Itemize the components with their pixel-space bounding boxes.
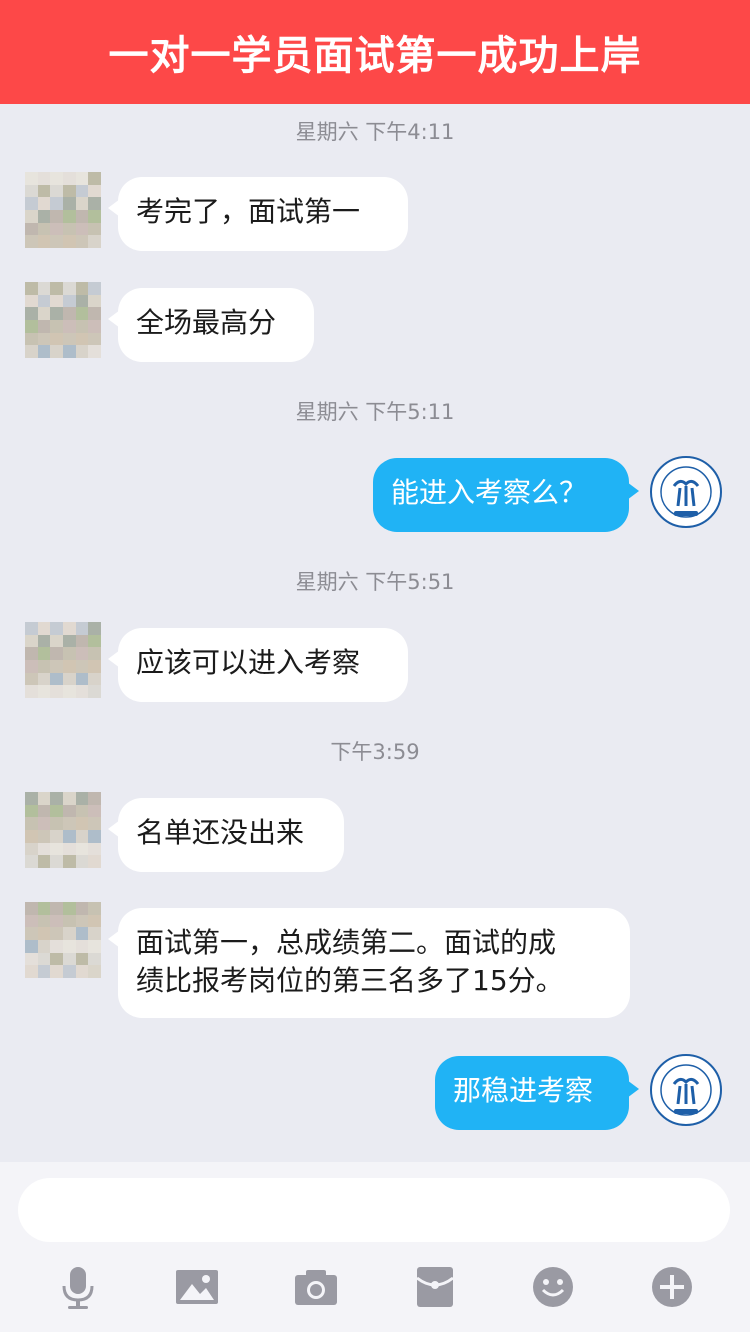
image-icon[interactable] [172,1262,222,1312]
message-bubble[interactable]: 全场最高分 [108,288,314,362]
institution-logo-avatar[interactable] [650,456,722,528]
message-bubble[interactable]: 面试第一，总成绩第二。面试的成 绩比报考岗位的第三名多了15分。 [108,908,630,1018]
institution-logo-avatar[interactable] [650,1054,722,1126]
avatar[interactable] [25,902,101,978]
avatar[interactable] [25,282,101,358]
timestamp: 星期六 下午4:11 [295,120,455,144]
message-bubble-outgoing[interactable]: 能进入考察么？ [373,458,639,532]
red-packet-icon[interactable] [410,1262,460,1312]
page-title: 一对一学员面试第一成功上岸 [108,33,642,79]
microphone-icon[interactable] [53,1262,103,1312]
avatar[interactable] [25,172,101,248]
message-input[interactable] [18,1178,730,1242]
avatar[interactable] [25,792,101,868]
timestamp: 下午3:59 [330,740,420,764]
page-title-banner: 一对一学员面试第一成功上岸 [0,0,750,104]
message-bubble-outgoing[interactable]: 那稳进考察 [435,1056,639,1130]
timestamp: 星期六 下午5:11 [295,400,455,424]
timestamp: 星期六 下午5:51 [295,570,455,594]
emoji-icon[interactable] [528,1262,578,1312]
message-bubble[interactable]: 名单还没出来 [108,798,344,872]
message-bubble[interactable]: 考完了，面试第一 [108,177,408,251]
camera-icon[interactable] [291,1262,341,1312]
message-bubble[interactable]: 应该可以进入考察 [108,628,408,702]
avatar[interactable] [25,622,101,698]
plus-icon[interactable] [647,1262,697,1312]
input-area [0,1162,750,1332]
